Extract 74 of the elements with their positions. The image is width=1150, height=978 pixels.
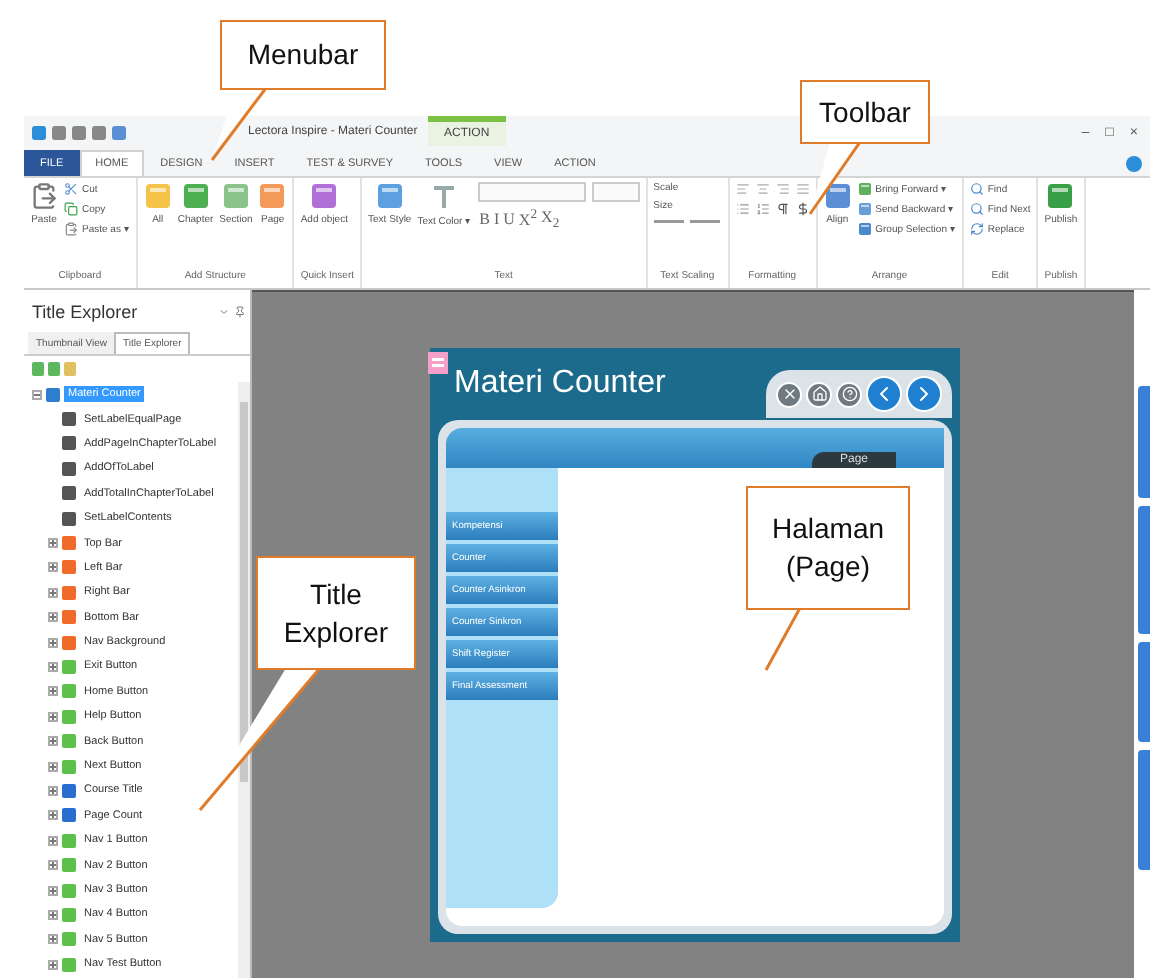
bullet-list-icon: [735, 202, 750, 216]
title-icon: [46, 387, 60, 402]
expand-toggle[interactable]: [48, 835, 58, 846]
expand-toggle[interactable]: [48, 885, 58, 895]
close-icon: [781, 386, 797, 402]
style-button[interactable]: I: [491, 208, 502, 232]
copy-icon: [64, 202, 78, 216]
search-icon: [969, 182, 984, 196]
style-button[interactable]: U: [501, 208, 517, 232]
expand-toggle[interactable]: [48, 959, 58, 970]
next-button[interactable]: [906, 376, 942, 412]
home-button[interactable]: [806, 381, 832, 407]
style-button[interactable]: X$_{2}$: [539, 208, 562, 232]
expand-toggle[interactable]: [48, 810, 58, 821]
expand-toggle[interactable]: [48, 587, 58, 598]
clipboard-icon: [64, 222, 78, 236]
search-icon: [969, 202, 984, 216]
expand-toggle[interactable]: [48, 538, 58, 549]
home-icon: [811, 386, 827, 402]
help-icon: [841, 386, 857, 402]
align-left-icon: [735, 182, 750, 196]
font-field[interactable]: [477, 182, 586, 202]
publish-icon: [1046, 182, 1075, 210]
back-button[interactable]: [866, 376, 902, 412]
expand-toggle[interactable]: [48, 562, 58, 573]
scale-slider-icon: [653, 218, 722, 226]
expand-toggle[interactable]: [48, 661, 58, 672]
numbered-list-icon: [755, 202, 770, 216]
text-style-icon: [375, 182, 404, 210]
clipboard-icon: [30, 182, 58, 210]
callout-pointer: [764, 606, 802, 672]
dollar-icon: [795, 202, 810, 216]
layers-icon: [857, 202, 872, 216]
expand-toggle[interactable]: [48, 686, 58, 697]
expand-toggle[interactable]: [48, 785, 58, 796]
callout: Halaman (Page): [746, 486, 910, 610]
size-field[interactable]: [591, 182, 640, 202]
replace-icon: [969, 222, 984, 236]
book-icon: [222, 182, 250, 210]
folder-icon: [143, 182, 172, 210]
align-justify-icon: [795, 182, 810, 196]
book-icon: [181, 182, 210, 210]
panel-title: Title Explorer: [32, 302, 138, 322]
align-right-icon: [775, 182, 790, 196]
page-marker-icon: [428, 352, 448, 374]
callout: Title Explorer: [256, 556, 416, 670]
pin-icon: [234, 306, 246, 318]
align-center-icon: [755, 182, 770, 196]
style-button[interactable]: X$^{2}$: [516, 208, 540, 232]
expand-toggle[interactable]: [48, 637, 58, 648]
align-icon: [823, 182, 852, 210]
expand-toggle[interactable]: [48, 909, 58, 920]
scrollbar[interactable]: [238, 382, 250, 978]
expand-toggle[interactable]: [48, 761, 58, 772]
page-icon: [258, 182, 287, 210]
expand-toggle[interactable]: [48, 860, 58, 871]
pilcrow-icon: [775, 202, 790, 216]
expand-toggle[interactable]: [32, 389, 42, 400]
scissors-icon: [64, 182, 78, 196]
object-icon: [310, 182, 339, 210]
expand-toggle[interactable]: [48, 612, 58, 623]
course-title: Materi Counter: [452, 366, 666, 402]
layers-icon: [857, 182, 872, 196]
expand-toggle[interactable]: [48, 711, 58, 722]
exit-button[interactable]: [776, 381, 802, 407]
dropdown-icon: [218, 306, 230, 318]
help-button[interactable]: [836, 381, 862, 407]
expand-toggle[interactable]: [48, 934, 58, 945]
style-button[interactable]: B: [477, 208, 492, 232]
group-icon: [857, 222, 872, 236]
text-color-icon: [430, 182, 459, 210]
help-icon[interactable]: [1126, 155, 1142, 171]
expand-toggle[interactable]: [48, 736, 58, 747]
callout: Toolbar: [800, 80, 930, 144]
